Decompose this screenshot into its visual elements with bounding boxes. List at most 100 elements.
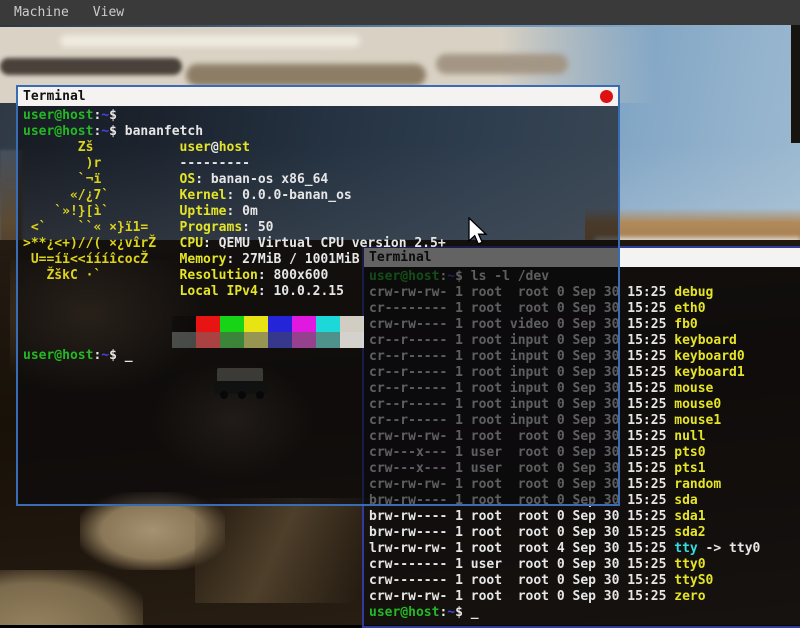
terminal-text: sda: [674, 493, 697, 508]
terminal-text: user: [180, 140, 211, 155]
terminal-text: host: [219, 140, 250, 155]
desktop: { "menu_bar": { "items": ["Machine", "Vi…: [0, 0, 800, 625]
palette-swatch: [244, 316, 268, 332]
terminal-text: keyboard: [674, 333, 737, 348]
wallpaper-dune-highlight: [60, 35, 360, 47]
terminal-text: Zš: [23, 140, 180, 155]
terminal-text: keyboard1: [674, 365, 744, 380]
terminal-text: $: [109, 124, 125, 139]
terminal-text: <` ``« ×}ï1=: [23, 220, 180, 235]
fetch-line: )r ---------: [23, 156, 618, 172]
ls-row: crw------- 1 user root 0 Sep 30 15:25 tt…: [369, 557, 800, 573]
terminal-text: : 50: [242, 220, 273, 235]
terminal-blank-line: [23, 300, 618, 316]
terminal-text: : 10.0.2.15: [258, 284, 344, 299]
palette-indent: [23, 332, 172, 347]
menu-machine[interactable]: Machine: [0, 0, 81, 25]
terminal-text: user@host: [23, 108, 93, 123]
terminal-text: crw------- 1 user root 0 Sep 30 15:25: [369, 557, 674, 572]
terminal-text: U==íï<<íííîcocŽ: [23, 252, 180, 267]
terminal-text: brw-rw---- 1 root root 0 Sep 30 15:25: [369, 509, 674, 524]
terminal-text: : 800x600: [258, 268, 328, 283]
terminal-text: Local IPv4: [180, 284, 258, 299]
palette-swatch: [340, 332, 364, 348]
terminal-text: $: [455, 605, 471, 620]
terminal-text: )r: [23, 156, 180, 171]
palette-swatch: [244, 332, 268, 348]
window-titlebar[interactable]: Terminal: [18, 87, 618, 106]
fetch-line: Zš user@host: [23, 140, 618, 156]
fetch-line: ŽškC ·` Resolution: 800x600: [23, 268, 618, 284]
terminal-text: eth0: [674, 301, 705, 316]
terminal-text: OS: [180, 172, 196, 187]
terminal-text: «/¿7`: [23, 188, 180, 203]
terminal-text: CPU: [180, 236, 203, 251]
terminal-prompt-line: user@host:~$ _: [369, 605, 800, 621]
palette-swatch: [172, 316, 196, 332]
terminal-text: sda1: [674, 509, 705, 524]
terminal-content[interactable]: user@host:~$ user@host:~$ bananfetch Zš …: [18, 106, 618, 504]
terminal-text: pts1: [674, 461, 705, 476]
terminal-text: mouse1: [674, 413, 721, 428]
terminal-text: crw-rw-rw- 1 root root 0 Sep 30 15:25: [369, 589, 674, 604]
terminal-text: ~: [101, 348, 109, 363]
palette-swatch: [220, 332, 244, 348]
terminal-text: tty0: [674, 557, 705, 572]
window-title: Terminal: [18, 87, 86, 106]
terminal-window-front[interactable]: Terminal user@host:~$ user@host:~$ banan…: [16, 85, 620, 506]
palette-swatch: [292, 332, 316, 348]
terminal-text: random: [674, 477, 721, 492]
terminal-text: mouse0: [674, 397, 721, 412]
terminal-prompt-line: user@host:~$: [23, 108, 618, 124]
palette-indent: [23, 316, 172, 331]
palette-swatch: [220, 316, 244, 332]
menu-view[interactable]: View: [81, 0, 136, 25]
palette-swatch: [268, 316, 292, 332]
terminal-prompt-line: user@host:~$ _: [23, 348, 618, 364]
palette-swatch: [172, 332, 196, 348]
terminal-text: $: [109, 348, 125, 363]
terminal-text: Kernel: [180, 188, 227, 203]
ls-row: crw------- 1 root root 0 Sep 30 15:25 tt…: [369, 573, 800, 589]
terminal-text: crw------- 1 root root 0 Sep 30 15:25: [369, 573, 674, 588]
terminal-text: bananfetch: [125, 124, 203, 139]
terminal-text: lrw-rw-rw- 1 root root 4 Sep 30 15:25: [369, 541, 674, 556]
close-icon[interactable]: [600, 90, 613, 103]
terminal-text: : banan-os x86_64: [195, 172, 328, 187]
palette-swatch: [196, 316, 220, 332]
terminal-text: user@host: [23, 348, 93, 363]
palette-swatch: [292, 316, 316, 332]
terminal-text: : 0.0.0-banan_os: [227, 188, 352, 203]
terminal-text: `»!}[ì`: [23, 204, 180, 219]
terminal-text: Programs: [180, 220, 243, 235]
terminal-text: ~: [101, 108, 109, 123]
terminal-text: sda2: [674, 525, 705, 540]
palette-swatch: [316, 332, 340, 348]
fetch-line: `»!}[ì` Uptime: 0m: [23, 204, 618, 220]
terminal-text: mouse: [674, 381, 713, 396]
wallpaper-sand-patch: [0, 570, 143, 625]
mouse-pointer-icon: [466, 217, 490, 249]
terminal-text: >**¿<+)//( ×¿vîrŽ: [23, 236, 180, 251]
terminal-text: @: [211, 140, 219, 155]
terminal-text: : 0m: [227, 204, 258, 219]
palette-row: [23, 316, 618, 332]
terminal-text: : 27MiB / 1001MiB: [227, 252, 360, 267]
terminal-text: _: [125, 348, 133, 363]
terminal-text: null: [674, 429, 705, 444]
wallpaper-slope: [195, 498, 380, 603]
terminal-text: ---------: [180, 156, 250, 171]
wallpaper-dark-strip: [791, 25, 800, 143]
terminal-text: user@host: [369, 605, 439, 620]
terminal-text: Memory: [180, 252, 227, 267]
fetch-line: Local IPv4: 10.0.2.15: [23, 284, 618, 300]
ls-row: crw-rw-rw- 1 root root 0 Sep 30 15:25 ze…: [369, 589, 800, 605]
fetch-line: <` ``« ×}ï1= Programs: 50: [23, 220, 618, 236]
terminal-text: ~: [447, 605, 455, 620]
terminal-text: fb0: [674, 317, 697, 332]
wallpaper-dune-shadow: [0, 58, 182, 75]
wallpaper-dune-shadow: [186, 64, 426, 86]
fetch-line: U==íï<<íííîcocŽ Memory: 27MiB / 1001MiB: [23, 252, 618, 268]
terminal-text: [23, 284, 180, 299]
terminal-text: Uptime: [180, 204, 227, 219]
